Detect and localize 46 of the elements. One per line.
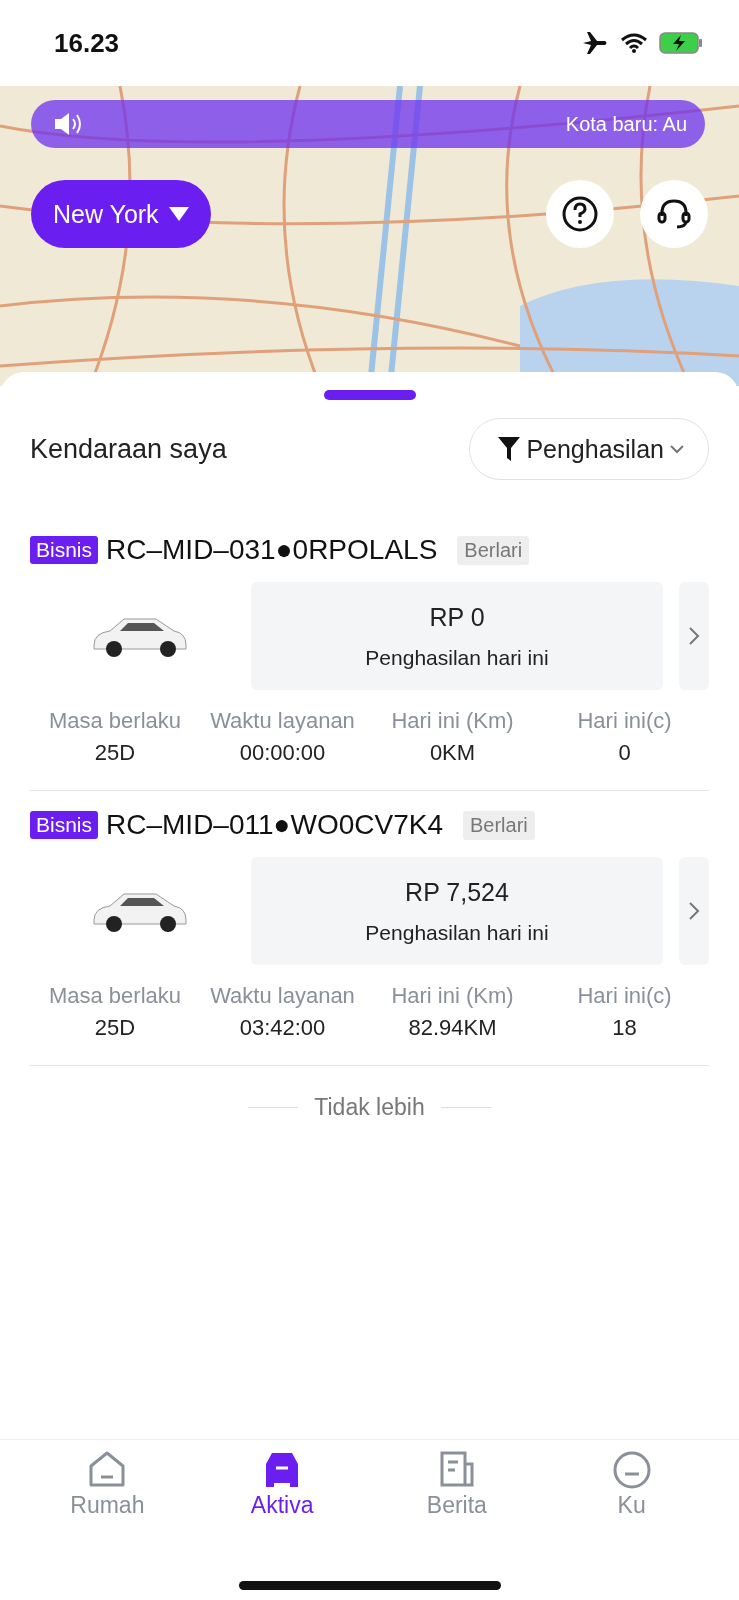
wifi-icon (621, 33, 647, 53)
status-tag: Berlari (457, 535, 530, 565)
stat-value: 0KM (429, 740, 476, 766)
stat-value: 03:42:00 (239, 1015, 326, 1041)
nav-tab[interactable]: Aktiva (222, 1450, 343, 1519)
status-time: 16.23 (54, 27, 120, 59)
stat-value: 25D (94, 1015, 136, 1041)
stat-value: 00:00:00 (239, 740, 326, 766)
chevron-right-icon (688, 901, 700, 921)
announcement-text: Kota baru: Au (565, 112, 687, 136)
stat-label: Waktu layanan (210, 708, 355, 734)
face-icon (611, 1450, 652, 1490)
stat-value: 18 (612, 1015, 637, 1041)
caret-icon (168, 207, 189, 221)
stat-label: Hari ini (Km) (391, 983, 514, 1009)
vehicle-id: RC–MID–011●WO0CV7K4 (106, 809, 443, 841)
house-icon (87, 1450, 128, 1490)
chevron-right-icon (688, 626, 700, 646)
end-of-list-text: Tidak lebih (314, 1094, 425, 1121)
stat-label: Hari ini(c) (577, 708, 672, 734)
earnings-label: Penghasilan hari ini (365, 920, 549, 945)
earnings-amount: RP 0 (429, 602, 485, 632)
earnings-amount: RP 7,524 (405, 877, 509, 907)
stat-label: Waktu layanan (210, 983, 355, 1009)
category-tag: Bisnis (30, 536, 99, 564)
category-tag: Bisnis (30, 811, 99, 839)
help-icon (561, 195, 599, 233)
stat-value: 25D (94, 740, 136, 766)
stat-label: Hari ini(c) (577, 983, 672, 1009)
section-title: Kendaraan saya (30, 433, 227, 465)
vehicle-card[interactable]: Bisnis RC–MID–011●WO0CV7K4 Berlari RP 7,524 Penghasilan hari ini Masa berlaku 25D Waktu layanan 03:42:00 Hari ini (Km) 82.94KM Hari ini(c) 18 (30, 791, 709, 1066)
status-tag: Berlari (463, 810, 535, 840)
stat-label: Hari ini (Km) (391, 708, 514, 734)
stat-label: Masa berlaku (48, 983, 182, 1009)
vehicle-id: RC–MID–031●0RPOLALS (106, 534, 438, 566)
battery-icon (659, 32, 703, 54)
earnings-label: Penghasilan hari ini (365, 645, 549, 670)
stat-value: 0 (618, 740, 631, 766)
drag-handle[interactable] (323, 390, 416, 400)
stat-value: 82.94KM (408, 1015, 497, 1041)
filter-icon (498, 437, 521, 461)
city-selector[interactable]: New York (31, 180, 211, 248)
stat-label: Masa berlaku (48, 708, 182, 734)
chevron-down-icon (670, 444, 684, 454)
vehicle-card[interactable]: Bisnis RC–MID–031●0RPOLALS Berlari RP 0 Penghasilan hari ini Masa berlaku 25D Waktu layanan 00:00:00 Hari ini (Km) 0KM Hari ini(c) 0 (30, 516, 709, 791)
filter-button[interactable]: Penghasilan (469, 418, 709, 480)
